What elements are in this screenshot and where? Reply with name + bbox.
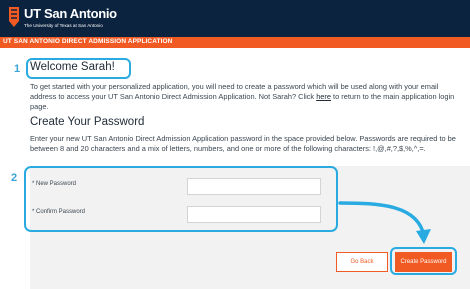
new-password-label: * New Password [32,181,77,187]
site-header: UT San Antonio The University of Texas a… [0,0,470,37]
create-password-button[interactable]: Create Password [395,252,452,272]
confirm-password-input[interactable] [187,206,321,223]
confirm-password-label: * Confirm Password [32,209,86,215]
create-password-heading: Create Your Password [30,116,145,128]
step-marker-2: 2 [11,172,18,184]
return-login-link[interactable]: here [316,92,331,101]
ut-san-antonio-logo-icon[interactable] [8,6,20,28]
go-back-button[interactable]: Go Back [336,252,388,272]
password-requirements-text: Enter your new UT San Antonio Direct Adm… [30,134,456,153]
application-title-bar: UT SAN ANTONIO DIRECT ADMISSION APPLICAT… [0,37,470,48]
application-title: UT SAN ANTONIO DIRECT ADMISSION APPLICAT… [3,38,173,45]
step-marker-1: 1 [14,63,21,75]
brand-tagline: The University of Texas at San Antonio [24,23,103,28]
welcome-text: To get started with your personalized ap… [30,82,460,112]
new-password-input[interactable] [187,178,321,195]
welcome-title: Welcome Sarah! [30,61,115,73]
brand-name[interactable]: UT San Antonio [24,6,117,21]
